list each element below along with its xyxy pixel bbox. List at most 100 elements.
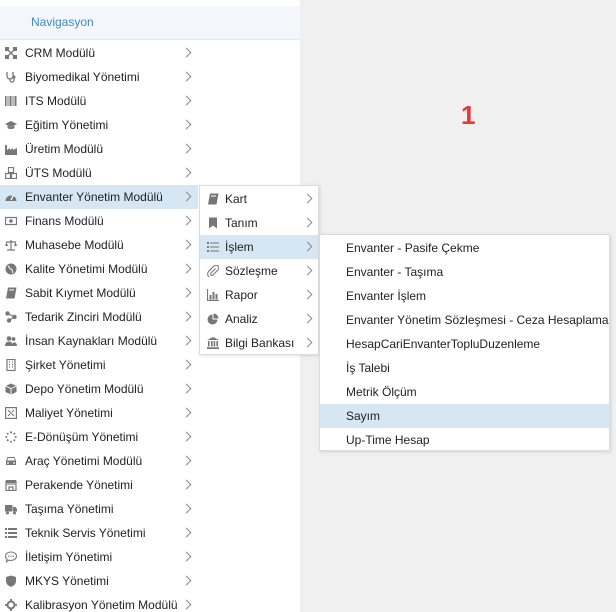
submenu-item-label: Kart — [225, 192, 248, 206]
list-icon — [5, 527, 17, 539]
menu-item-sirket[interactable]: Şirket Yönetimi — [0, 353, 198, 377]
menu-item-biyomedikal[interactable]: Biyomedikal Yönetimi — [0, 65, 198, 89]
comment-icon — [5, 551, 17, 563]
envanter-submenu: Kart Tanım İşlem Sözleşme Rapor Analiz B… — [199, 185, 319, 355]
graduation-cap-icon — [5, 119, 17, 131]
chevron-right-icon — [181, 215, 192, 226]
menu-item-teknik-servis[interactable]: Teknik Servis Yönetimi — [0, 521, 198, 545]
submenu-item-kart[interactable]: Kart — [200, 187, 318, 211]
islem-item-tasima[interactable]: Envanter - Taşıma — [320, 260, 609, 284]
menu-item-iletisim[interactable]: İletişim Yönetimi — [0, 545, 198, 569]
list-icon — [207, 241, 219, 253]
chevron-right-icon — [302, 313, 313, 324]
menu-item-tedarik[interactable]: Tedarik Zinciri Modülü — [0, 305, 198, 329]
menu-item-label: İletişim Yönetimi — [25, 550, 113, 564]
menu-item-tasima[interactable]: Taşıma Yönetimi — [0, 497, 198, 521]
menu-item-label: Şirket Yönetimi — [25, 358, 106, 372]
submenu-item-tanim[interactable]: Tanım — [200, 211, 318, 235]
islem-item-ceza-hesaplama[interactable]: Envanter Yönetim Sözleşmesi - Ceza Hesap… — [320, 308, 609, 332]
menu-item-label: İnsan Kaynakları Modülü — [25, 334, 158, 348]
menu-item-label: Taşıma Yönetimi — [25, 502, 114, 516]
store-icon — [5, 479, 17, 491]
islem-item-metrik-olcum[interactable]: Metrik Ölçüm — [320, 380, 609, 404]
islem-item-toplu-duzenleme[interactable]: HesapCariEnvanterTopluDuzenleme — [320, 332, 609, 356]
chevron-right-icon — [302, 337, 313, 348]
islem-item-envanter-islem[interactable]: Envanter İşlem — [320, 284, 609, 308]
sitemap-icon — [5, 311, 17, 323]
book-icon — [207, 193, 219, 205]
submenu-list: Kart Tanım İşlem Sözleşme Rapor Analiz B… — [200, 187, 318, 355]
users-icon — [5, 335, 17, 347]
truck-icon — [5, 503, 17, 515]
menu-item-sabit-kiymet[interactable]: Sabit Kıymet Modülü — [0, 281, 198, 305]
islem-item-is-talebi[interactable]: İş Talebi — [320, 356, 609, 380]
submenu-item-islem[interactable]: İşlem — [200, 235, 318, 259]
submenu-item-rapor[interactable]: Rapor — [200, 283, 318, 307]
chevron-right-icon — [181, 335, 192, 346]
menu-item-egitim[interactable]: Eğitim Yönetimi — [0, 113, 198, 137]
chevron-right-icon — [181, 359, 192, 370]
menu-item-muhasebe[interactable]: Muhasebe Modülü — [0, 233, 198, 257]
menu-item-label: MKYS Yönetimi — [25, 574, 109, 588]
chevron-right-icon — [181, 191, 192, 202]
menu-item-label: Kalibrasyon Yönetim Modülü — [25, 598, 178, 612]
chevron-right-icon — [302, 193, 313, 204]
menu-item-label: ITS Modülü — [25, 94, 87, 108]
chevron-right-icon — [181, 383, 192, 394]
menu-item-crm[interactable]: CRM Modülü — [0, 41, 198, 65]
chevron-right-icon — [181, 71, 192, 82]
chevron-right-icon — [181, 167, 192, 178]
menu-item-label: ÜTS Modülü — [25, 166, 92, 180]
menu-item-uretim[interactable]: Üretim Modülü — [0, 137, 198, 161]
menu-item-label: Finans Modülü — [25, 214, 104, 228]
menu-item-kalibrasyon[interactable]: Kalibrasyon Yönetim Modülü — [0, 593, 198, 612]
navigation-title: Navigasyon — [31, 15, 94, 29]
chevron-right-icon — [181, 599, 192, 610]
menu-item-maliyet[interactable]: Maliyet Yönetimi — [0, 401, 198, 425]
menu-item-finans[interactable]: Finans Modülü — [0, 209, 198, 233]
box-icon — [5, 383, 17, 395]
paperclip-icon — [207, 265, 219, 277]
menu-item-arac[interactable]: Araç Yönetimi Modülü — [0, 449, 198, 473]
submenu-item-analiz[interactable]: Analiz — [200, 307, 318, 331]
menu-item-label: Araç Yönetimi Modülü — [25, 454, 143, 468]
navigation-header: Navigasyon — [0, 6, 300, 40]
car-icon — [5, 455, 17, 467]
menu-item-label: Teknik Servis Yönetimi — [25, 526, 146, 540]
chevron-right-icon — [181, 431, 192, 442]
islem-item-up-time-hesap[interactable]: Up-Time Hesap — [320, 428, 609, 452]
settings-icon — [5, 599, 17, 611]
stethoscope-icon — [5, 71, 17, 83]
menu-item-mkys[interactable]: MKYS Yönetimi — [0, 569, 198, 593]
menu-item-label: Sabit Kıymet Modülü — [25, 286, 136, 300]
menu-item-insan-kaynaklari[interactable]: İnsan Kaynakları Modülü — [0, 329, 198, 353]
chevron-right-icon — [181, 47, 192, 58]
islem-item-sayim[interactable]: Sayım — [320, 404, 609, 428]
pie-chart-icon — [207, 313, 219, 325]
menu-item-depo[interactable]: Depo Yönetim Modülü — [0, 377, 198, 401]
islem-item-pasife-cekme[interactable]: Envanter - Pasife Çekme — [320, 236, 609, 260]
menu-item-perakende[interactable]: Perakende Yönetimi — [0, 473, 198, 497]
factory-icon — [5, 143, 17, 155]
menu-item-e-donusum[interactable]: E-Dönüşüm Yönetimi — [0, 425, 198, 449]
submenu-item-bilgi-bankasi[interactable]: Bilgi Bankası — [200, 331, 318, 355]
menu-item-envanter[interactable]: Envanter Yönetim Modülü — [0, 185, 198, 209]
annotation-marker: 1 — [461, 100, 476, 130]
main-menu: CRM Modülü Biyomedikal Yönetimi ITS Modü… — [0, 41, 198, 612]
menu-item-label: Kalite Yönetimi Modülü — [25, 262, 148, 276]
menu-item-label: Depo Yönetim Modülü — [25, 382, 144, 396]
menu-item-label: Tedarik Zinciri Modülü — [25, 310, 142, 324]
chevron-right-icon — [181, 287, 192, 298]
barcode-icon — [5, 95, 17, 107]
shield-icon — [5, 575, 17, 587]
menu-item-kalite[interactable]: Kalite Yönetimi Modülü — [0, 257, 198, 281]
submenu-item-sozlesme[interactable]: Sözleşme — [200, 259, 318, 283]
chevron-right-icon — [302, 265, 313, 276]
menu-item-its[interactable]: ITS Modülü — [0, 89, 198, 113]
cubes-icon — [5, 167, 17, 179]
menu-item-label: Muhasebe Modülü — [25, 238, 124, 252]
islem-list: Envanter - Pasife Çekme Envanter - Taşım… — [320, 236, 609, 452]
chevron-right-icon — [181, 407, 192, 418]
menu-item-uts[interactable]: ÜTS Modülü — [0, 161, 198, 185]
chevron-right-icon — [302, 217, 313, 228]
